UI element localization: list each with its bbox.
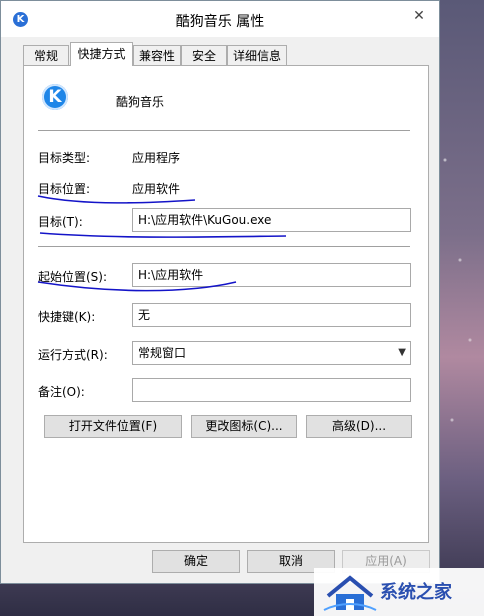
shortcut-tab-panel: K 酷狗音乐 目标类型: 应用程序 目标位置: 应用软件 目标(T): H:\应…: [23, 65, 429, 543]
change-icon-button[interactable]: 更改图标(C)...: [191, 415, 297, 438]
target-label: 目标(T):: [38, 215, 83, 229]
target-type-label: 目标类型:: [38, 151, 91, 165]
window-title: 酷狗音乐 属性: [175, 14, 265, 30]
watermark-logo: 系统之家: [314, 568, 484, 616]
run-label: 运行方式(R):: [38, 348, 108, 362]
target-location-value: 应用软件: [132, 182, 181, 196]
target-type-value: 应用程序: [132, 151, 181, 165]
kugou-shortcut-icon: K: [42, 84, 68, 110]
target-input[interactable]: H:\应用软件\KuGou.exe: [132, 208, 411, 232]
dialog-body: 常规 快捷方式 兼容性 安全 详细信息 K 酷狗音乐 目标类型: 应用程序 目标…: [1, 37, 439, 583]
close-icon: ✕: [413, 8, 425, 24]
start-in-input[interactable]: H:\应用软件: [132, 263, 411, 287]
chevron-down-icon: ▼: [398, 347, 406, 358]
tab-general[interactable]: 常规: [23, 45, 69, 65]
comment-label: 备注(O):: [38, 385, 85, 399]
start-in-label: 起始位置(S):: [38, 270, 108, 284]
tab-security[interactable]: 安全: [181, 45, 227, 65]
title-bar[interactable]: K 酷狗音乐 属性 ✕: [1, 1, 439, 37]
separator: [38, 130, 410, 131]
close-button[interactable]: ✕: [405, 7, 433, 25]
shortcut-key-input[interactable]: 无: [132, 303, 411, 327]
separator: [38, 246, 410, 247]
watermark-text: 系统之家: [380, 582, 452, 603]
open-file-location-button[interactable]: 打开文件位置(F): [44, 415, 182, 438]
tab-details[interactable]: 详细信息: [227, 45, 287, 65]
tab-shortcut[interactable]: 快捷方式: [70, 42, 133, 66]
shortcut-key-label: 快捷键(K):: [38, 310, 96, 324]
properties-dialog: K 酷狗音乐 属性 ✕ 常规 快捷方式 兼容性 安全 详细信息 K 酷狗音乐 目…: [0, 0, 440, 584]
comment-input[interactable]: [132, 378, 411, 402]
shortcut-name: 酷狗音乐: [116, 95, 165, 109]
run-select-value: 常规窗口: [138, 346, 187, 360]
ok-button[interactable]: 确定: [152, 550, 240, 573]
target-location-label: 目标位置:: [38, 182, 91, 196]
run-select[interactable]: 常规窗口 ▼: [132, 341, 411, 365]
house-logo-icon: [323, 575, 377, 611]
advanced-button[interactable]: 高级(D)...: [306, 415, 412, 438]
tab-compatibility[interactable]: 兼容性: [133, 45, 181, 65]
